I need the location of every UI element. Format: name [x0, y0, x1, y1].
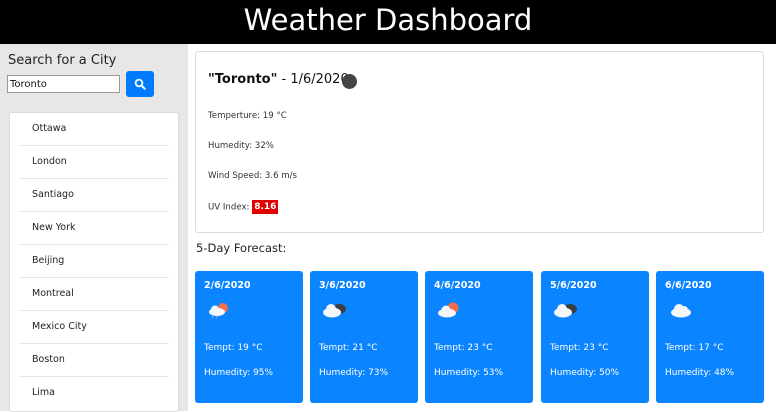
- forecast-humidity: Humedity: 53%: [434, 368, 504, 378]
- forecast-date: 5/6/2020: [550, 280, 597, 291]
- dark-circle-icon: [342, 74, 357, 89]
- search-button[interactable]: [126, 71, 154, 97]
- current-weather-card: "Toronto" - 1/6/2020 Temperture: 19 °C H…: [195, 51, 764, 233]
- dark-cloud-icon: [554, 304, 577, 318]
- page-header: Weather Dashboard: [0, 0, 776, 44]
- city-item-mexico-city[interactable]: Mexico City: [19, 311, 169, 344]
- forecast-temp: Tempt: 17 °C: [665, 343, 724, 353]
- city-item-santiago[interactable]: Santiago: [19, 179, 169, 212]
- sidebar: Search for a City Ottawa London Santiago…: [0, 44, 188, 412]
- current-humidity: Humedity: 32%: [208, 141, 274, 151]
- current-uv-index: UV Index: 8.16: [208, 200, 279, 214]
- sun-rain-cloud-icon: [209, 303, 228, 319]
- current-title: "Toronto" - 1/6/2020: [208, 72, 349, 87]
- sun-cloud-icon: [438, 302, 459, 318]
- forecast-temp: Tempt: 19 °C: [204, 343, 263, 353]
- page-title: Weather Dashboard: [243, 3, 533, 37]
- forecast-temp: Tempt: 23 °C: [434, 343, 493, 353]
- current-date: - 1/6/2020: [277, 72, 349, 87]
- city-history-list: Ottawa London Santiago New York Beijing …: [9, 112, 179, 412]
- current-wind-speed: Wind Speed: 3.6 m/s: [208, 171, 298, 181]
- forecast-card: 3/6/2020 Tempt: 21 °C Humedity: 73%: [310, 271, 418, 403]
- forecast-temp: Tempt: 21 °C: [319, 343, 378, 353]
- forecast-title: 5-Day Forecast:: [196, 241, 287, 255]
- current-city: "Toronto": [208, 72, 278, 87]
- forecast-card: 6/6/2020 Tempt: 17 °C Humedity: 48%: [656, 271, 764, 403]
- forecast-humidity: Humedity: 50%: [550, 368, 620, 378]
- forecast-date: 6/6/2020: [665, 280, 712, 291]
- forecast-date: 4/6/2020: [434, 280, 481, 291]
- forecast-humidity: Humedity: 73%: [319, 368, 389, 378]
- city-item-ottawa[interactable]: Ottawa: [19, 113, 169, 146]
- current-temperature: Temperture: 19 °C: [208, 111, 287, 121]
- forecast-card: 4/6/2020 Tempt: 23 °C Humedity: 53%: [425, 271, 533, 403]
- search-title: Search for a City: [8, 53, 117, 68]
- city-item-boston[interactable]: Boston: [19, 344, 169, 377]
- city-item-montreal[interactable]: Montreal: [19, 278, 169, 311]
- city-item-lima[interactable]: Lima: [19, 377, 169, 409]
- forecast-card: 2/6/2020 Tempt: 19 °C Humedity: 95%: [195, 271, 303, 403]
- forecast-humidity: Humedity: 48%: [665, 368, 735, 378]
- cloud-icon: [671, 304, 691, 318]
- uv-badge: 8.16: [252, 200, 279, 214]
- forecast-date: 3/6/2020: [319, 280, 366, 291]
- search-icon: [134, 78, 146, 90]
- dark-cloud-icon: [323, 304, 346, 318]
- search-input[interactable]: [7, 75, 120, 93]
- city-item-london[interactable]: London: [19, 146, 169, 179]
- forecast-humidity: Humedity: 95%: [204, 368, 274, 378]
- uv-label: UV Index:: [208, 202, 253, 213]
- forecast-temp: Tempt: 23 °C: [550, 343, 609, 353]
- forecast-date: 2/6/2020: [204, 280, 251, 291]
- city-item-new-york[interactable]: New York: [19, 212, 169, 245]
- city-item-beijing[interactable]: Beijing: [19, 245, 169, 278]
- forecast-card: 5/6/2020 Tempt: 23 °C Humedity: 50%: [541, 271, 649, 403]
